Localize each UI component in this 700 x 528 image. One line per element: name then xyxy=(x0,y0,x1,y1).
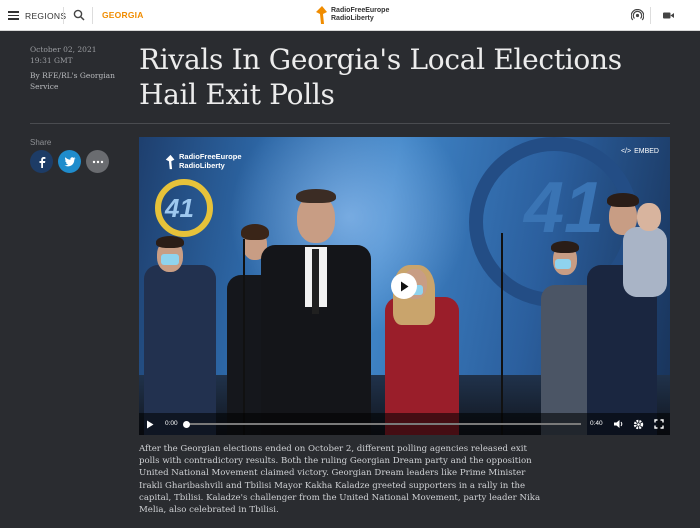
party-number: 41 xyxy=(165,193,194,223)
video-camera-icon[interactable] xyxy=(662,9,675,22)
volume-icon xyxy=(614,420,623,428)
fullscreen-icon xyxy=(654,419,664,429)
share-label: Share xyxy=(30,138,52,147)
article-title: Rivals In Georgia's Local Elections Hail… xyxy=(139,43,622,111)
top-navigation-bar: REGIONS GEORGIA RadioFreeEurope RadioLib… xyxy=(0,0,700,31)
twitter-icon xyxy=(64,156,75,166)
microphone-stand xyxy=(243,239,245,435)
podcast-icon[interactable] xyxy=(631,9,644,22)
party-number-large: 41 xyxy=(524,168,605,248)
video-watermark-logo: RadioFreeEurope RadioLiberty xyxy=(165,152,242,170)
search-icon[interactable] xyxy=(73,9,85,21)
current-time: 0:00 xyxy=(165,420,178,427)
gear-icon xyxy=(633,419,644,429)
publish-date: October 02, 2021 19:31 GMT xyxy=(30,45,97,65)
duration: 0:40 xyxy=(590,420,603,427)
site-logo[interactable]: RadioFreeEurope RadioLiberty xyxy=(315,5,389,25)
header-divider xyxy=(63,7,64,24)
video-controls-bar: 0:00 0:40 xyxy=(139,413,670,435)
microphone-stand xyxy=(501,233,503,435)
hamburger-menu-icon xyxy=(8,11,19,20)
volume-button[interactable] xyxy=(613,418,624,430)
section-link-georgia[interactable]: GEORGIA xyxy=(102,10,144,20)
facebook-share-button[interactable] xyxy=(30,150,53,173)
regions-menu-button[interactable]: REGIONS xyxy=(8,8,66,23)
progress-track[interactable] xyxy=(186,423,581,425)
header-divider xyxy=(92,7,93,24)
twitter-share-button[interactable] xyxy=(58,150,81,173)
more-icon xyxy=(92,160,103,163)
logo-text: RadioFreeEurope RadioLiberty xyxy=(331,7,390,22)
title-divider xyxy=(30,123,670,124)
video-player[interactable]: 41 41 RadioFreeEurope RadioLiberty </> E… xyxy=(139,137,670,435)
torch-logo-icon xyxy=(165,154,175,169)
author-byline[interactable]: By RFE/RL's Georgian Service xyxy=(30,71,120,92)
settings-button[interactable] xyxy=(633,418,644,430)
embed-button[interactable]: </> EMBED xyxy=(621,148,659,155)
play-button[interactable] xyxy=(146,418,154,430)
article-body: After the Georgian elections ended on Oc… xyxy=(139,444,541,516)
header-divider xyxy=(650,7,651,24)
fullscreen-button[interactable] xyxy=(654,418,664,430)
play-icon xyxy=(147,420,154,428)
play-icon xyxy=(401,281,409,291)
more-share-options-button[interactable] xyxy=(86,150,109,173)
embed-label: EMBED xyxy=(634,148,659,155)
play-overlay-button[interactable] xyxy=(391,273,417,299)
torch-logo-icon xyxy=(316,6,327,24)
code-icon: </> xyxy=(620,148,632,155)
regions-label: REGIONS xyxy=(25,10,67,21)
facebook-icon xyxy=(39,156,45,168)
progress-handle[interactable] xyxy=(183,420,190,428)
